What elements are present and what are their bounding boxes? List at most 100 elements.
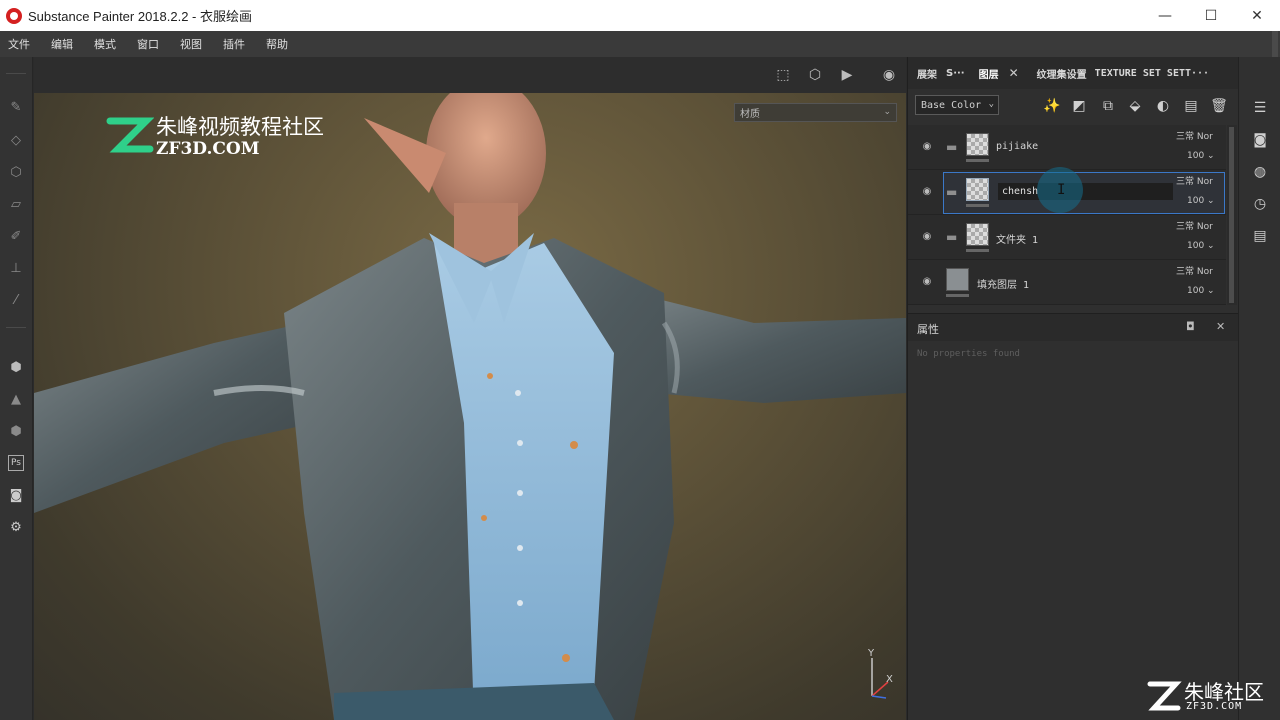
photoshop-export-icon[interactable]: Ps (8, 455, 24, 471)
minimize-button[interactable]: — (1142, 0, 1188, 31)
title-bar: Substance Painter 2018.2.2 - 衣服绘画 — ☐ ✕ (0, 0, 1280, 31)
menu-view[interactable]: 视图 (180, 36, 202, 52)
shelf-brushes-icon[interactable]: ▲ (8, 391, 24, 407)
channel-select[interactable]: Base Color ⌄ (915, 95, 999, 115)
layer-opacity[interactable]: 100 ⌄ (1187, 286, 1215, 296)
layer-row[interactable]: ◉ 填充图层 1 三常 Nor 100 ⌄ (908, 260, 1226, 305)
layer-opacity[interactable]: 100 ⌄ (1187, 241, 1215, 251)
layer-thumbnail-mask (966, 249, 989, 252)
layer-row-selected[interactable]: ◉ ▬ I 三常 Nor 100 ⌄ (908, 167, 1226, 215)
layers-panel: 展架 S··· 图层 ✕ 纹理集设置 TEXTURE SET SETT··· B… (907, 57, 1239, 720)
float-panel-icon[interactable]: ◘ (1186, 320, 1195, 333)
layer-blend-mode[interactable]: 三常 Nor (1176, 174, 1213, 187)
layer-row[interactable]: ◉ ▬ pijiake 三常 Nor 100 ⌄ (908, 125, 1226, 170)
layer-name[interactable]: 填充图层 1 (977, 276, 1029, 291)
visibility-eye-icon[interactable]: ◉ (921, 141, 933, 153)
layer-blend-mode[interactable]: 三常 Nor (1176, 219, 1213, 232)
folder-icon[interactable]: ▬ (946, 140, 962, 154)
window-title: Substance Painter 2018.2.2 - 衣服绘画 (28, 9, 253, 24)
no-properties-text: No properties found (917, 349, 1020, 359)
menu-scroll-handle[interactable] (1272, 31, 1278, 57)
maximize-button[interactable]: ☐ (1188, 0, 1234, 31)
close-icon[interactable]: ✕ (1216, 320, 1225, 333)
display-mode-value: 材质 (740, 109, 760, 120)
shelf-smart-materials-icon[interactable]: ⬢ (8, 423, 24, 439)
layer-list-scrollbar[interactable] (1227, 125, 1237, 305)
bake-icon[interactable]: ◙ (8, 487, 24, 503)
screenshot-camera-icon[interactable]: ◉ (878, 66, 900, 84)
add-effect-icon[interactable]: ◐ (1153, 96, 1173, 116)
3d-viewport[interactable]: 材质 ⌄ 朱峰视频教程社区 ZF3D.COM Y X (34, 93, 906, 720)
log-icon[interactable]: ▤ (1251, 227, 1269, 245)
shelf-materials-icon[interactable]: ⬢ (8, 359, 24, 375)
clone-stamp-icon[interactable]: ⊥ (8, 260, 24, 276)
layer-opacity[interactable]: 100 ⌄ (1187, 196, 1215, 206)
texture-set-icon[interactable]: ◙ (1251, 131, 1269, 149)
layers-stack-icon[interactable]: ☰ (1251, 99, 1269, 117)
layer-thumbnail-mask (966, 204, 989, 207)
add-folder-icon[interactable]: ▤ (1181, 96, 1201, 116)
layer-row[interactable]: ◉ ▬ 文件夹 1 三常 Nor 100 ⌄ (908, 215, 1226, 260)
paint-brush-icon[interactable]: ✎ (8, 99, 24, 115)
viewport-display-mode-select[interactable]: 材质 ⌄ (734, 103, 897, 122)
3d-view-icon[interactable]: ⬡ (804, 66, 826, 84)
layer-opacity[interactable]: 100 ⌄ (1187, 151, 1215, 161)
history-icon[interactable]: ◷ (1251, 195, 1269, 213)
close-button[interactable]: ✕ (1234, 0, 1280, 31)
tab-s[interactable]: S··· (946, 68, 965, 79)
layer-list: ◉ ▬ pijiake 三常 Nor 100 ⌄ ◉ ▬ I 三常 Nor 10… (908, 125, 1226, 305)
eraser-icon[interactable]: ◇ (8, 132, 24, 148)
settings-icon[interactable]: ⚙ (8, 519, 24, 535)
menu-bar: 文件 编辑 模式 窗口 视图 插件 帮助 (0, 31, 1280, 57)
layer-name[interactable]: 文件夹 1 (996, 231, 1038, 246)
folder-icon[interactable]: ▬ (946, 185, 962, 199)
polygon-fill-icon[interactable]: ▱ (8, 196, 24, 212)
add-layer-icon[interactable]: ⧉ (1098, 96, 1118, 116)
axis-gizmo: Y X (867, 648, 893, 699)
add-mask-icon[interactable]: ◩ (1069, 96, 1089, 116)
zf-logo-icon (106, 117, 155, 153)
layer-blend-mode[interactable]: 三常 Nor (1176, 264, 1213, 277)
layer-toolbar: Base Color ⌄ ✨ ◩ ⧉ ⬙ ◐ ▤ 🗑 (908, 89, 1239, 123)
smudge-icon[interactable]: ✐ (8, 228, 24, 244)
visibility-eye-icon[interactable]: ◉ (921, 186, 933, 198)
projection-icon[interactable]: ⬡ (8, 164, 24, 180)
layer-thumbnail-mask (966, 159, 989, 162)
window-controls: — ☐ ✕ (1142, 0, 1280, 31)
menu-help[interactable]: 帮助 (266, 36, 288, 52)
axis-x-label: X (886, 674, 893, 685)
layer-blend-mode[interactable]: 三常 Nor (1176, 129, 1213, 142)
menu-edit[interactable]: 编辑 (51, 36, 73, 52)
camera-mode-icon[interactable]: ▶ (836, 66, 858, 84)
tab-shelf[interactable]: 展架 (917, 66, 937, 81)
app-logo-icon (6, 7, 22, 24)
tab-texture-set-settings[interactable]: TEXTURE SET SETT··· (1095, 68, 1209, 79)
menu-plugins[interactable]: 插件 (223, 36, 245, 52)
visibility-eye-icon[interactable]: ◉ (921, 231, 933, 243)
tab-layers[interactable]: 图层 (979, 66, 999, 81)
layer-thumbnail (966, 178, 989, 201)
fill-layer-thumbnail (946, 268, 969, 291)
panel-tabs: 展架 S··· 图层 ✕ 纹理集设置 TEXTURE SET SETT··· (908, 57, 1239, 89)
delete-layer-icon[interactable]: 🗑 (1209, 96, 1229, 116)
properties-body: No properties found (908, 341, 1239, 720)
magic-wand-icon[interactable]: ✨ (1042, 96, 1062, 116)
menu-mode[interactable]: 模式 (94, 36, 116, 52)
2d-view-icon[interactable]: ⬚ (772, 66, 794, 84)
layer-name-input[interactable] (998, 183, 1173, 200)
add-fill-layer-icon[interactable]: ⬙ (1125, 96, 1145, 116)
layer-name[interactable]: pijiake (996, 141, 1038, 152)
display-settings-icon[interactable]: ◍ (1251, 163, 1269, 181)
toolbar-separator (6, 327, 26, 328)
properties-title: 属性 (917, 323, 939, 336)
color-picker-icon[interactable]: ⁄ (8, 292, 24, 308)
visibility-eye-icon[interactable]: ◉ (921, 276, 933, 288)
menu-window[interactable]: 窗口 (137, 36, 159, 52)
close-icon[interactable]: ✕ (1009, 66, 1019, 80)
tab-texture-set-settings-cn[interactable]: 纹理集设置 (1037, 66, 1087, 81)
watermark-chinese-text: 朱峰视频教程社区 (156, 115, 324, 139)
menu-file[interactable]: 文件 (8, 36, 30, 52)
text-cursor-icon: I (1057, 182, 1066, 198)
scrollbar-thumb[interactable] (1229, 127, 1234, 303)
folder-icon[interactable]: ▬ (946, 230, 962, 244)
